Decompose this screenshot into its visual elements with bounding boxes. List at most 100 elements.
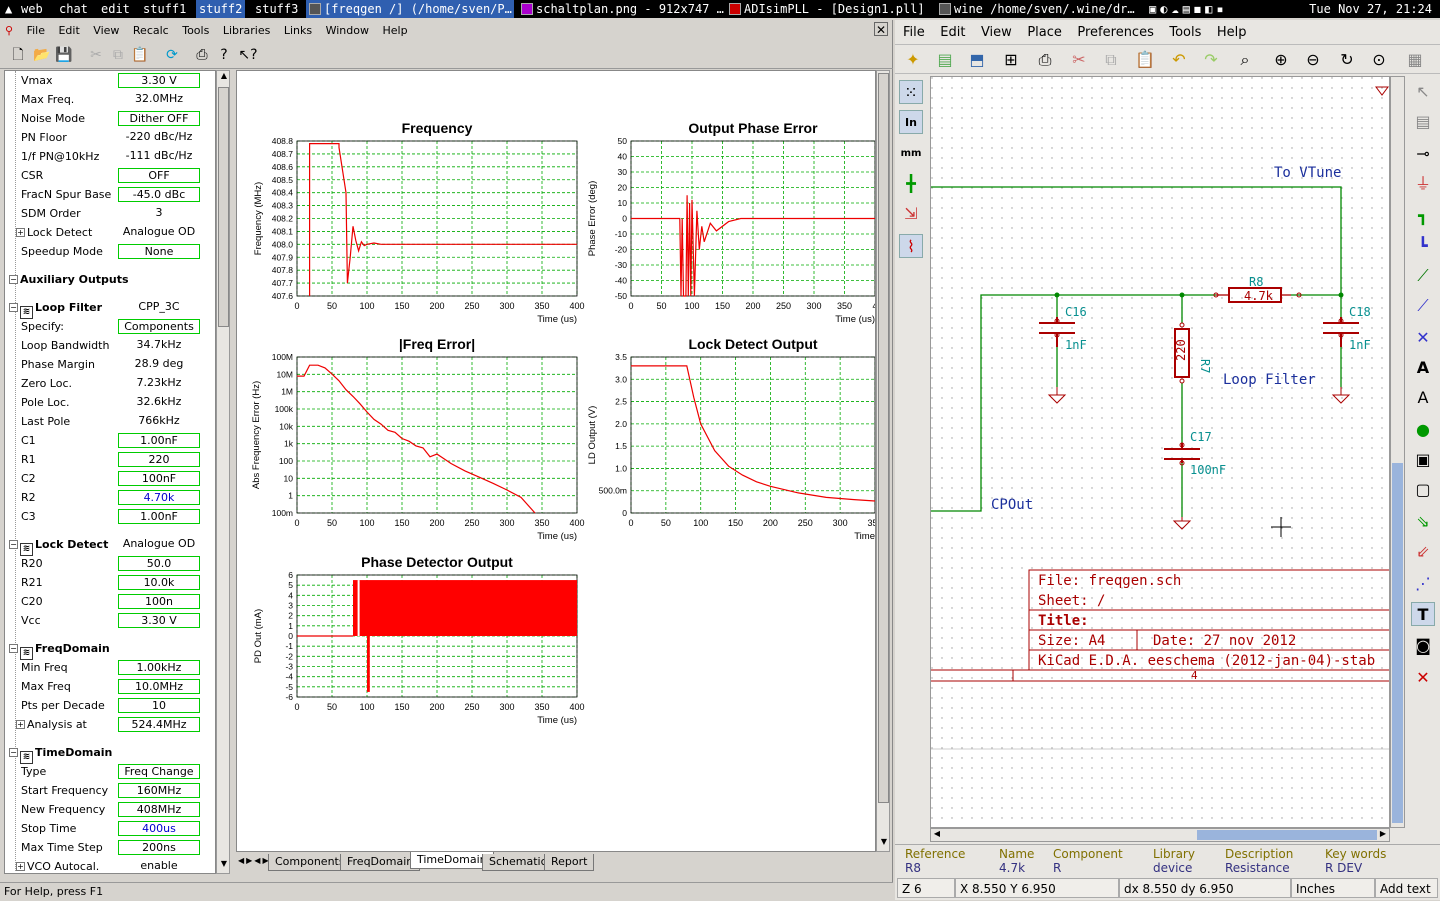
tree-row[interactable]: Vmax 3.30 V xyxy=(5,71,215,90)
place-component-icon[interactable]: ⊸ xyxy=(1411,142,1435,166)
kmenu-file[interactable]: File xyxy=(897,22,931,44)
tree-row[interactable]: − ≋ TimeDomain xyxy=(5,743,215,764)
tree-value-field[interactable]: OFF xyxy=(118,168,200,183)
close-icon[interactable]: ✕ xyxy=(874,22,888,37)
zoom-fit-icon[interactable]: ⊙ xyxy=(1367,48,1391,72)
tree-value-field[interactable]: 1.00nF xyxy=(118,433,200,448)
tree-row[interactable]: + Lock Detect Analogue OD xyxy=(5,223,215,242)
place-text-icon[interactable]: T xyxy=(1411,602,1435,626)
tree-row[interactable]: SDM Order 3 xyxy=(5,204,215,223)
schematic-vscrollbar[interactable] xyxy=(1390,76,1405,828)
tree-row[interactable]: Stop Time 400us xyxy=(5,819,215,838)
menu-edit[interactable]: Edit xyxy=(53,21,84,41)
workspace-chat[interactable]: chat xyxy=(56,0,91,18)
tree-value-field[interactable]: 220 xyxy=(118,452,200,467)
expand-toggle-icon[interactable]: − xyxy=(9,275,18,284)
tree-value-field[interactable]: 1.00nF xyxy=(118,509,200,524)
label-cpout[interactable]: CPOut xyxy=(991,497,1033,513)
zoom-in-icon[interactable]: ⊕ xyxy=(1269,48,1293,72)
help-icon[interactable]: ? xyxy=(214,45,234,65)
scroll-thumb[interactable] xyxy=(218,87,229,327)
workspace-stuff2[interactable]: stuff2 xyxy=(196,0,246,18)
tree-row[interactable]: + VCO Autocal. enable xyxy=(5,857,215,873)
tree-row[interactable]: Phase Margin 28.9 deg xyxy=(5,355,215,374)
hscroll-right-icon[interactable]: ▶ xyxy=(1377,829,1389,841)
window-terminal[interactable]: wine /home/sven/.wine/dr… xyxy=(936,0,1142,18)
tree-row[interactable]: C2 100nF xyxy=(5,469,215,488)
save-project-icon[interactable]: ⬒ xyxy=(965,48,989,72)
graphs-scrollbar[interactable]: ▼ xyxy=(876,70,890,852)
tree-row[interactable]: − ≋ Lock Detect Analogue OD xyxy=(5,535,215,556)
import-pin-icon[interactable]: ⇘ xyxy=(1411,510,1435,534)
tree-row[interactable]: R2 4.70k xyxy=(5,488,215,507)
place-image-icon[interactable]: ◙ xyxy=(1411,634,1435,658)
no-connect-icon[interactable]: ✕ xyxy=(1411,326,1435,350)
tree-row[interactable]: C1 1.00nF xyxy=(5,431,215,450)
kprint-icon[interactable]: ⎙ xyxy=(1033,48,1057,72)
redo-icon[interactable]: ↷ xyxy=(1199,48,1223,72)
tree-row[interactable]: − ≋ FreqDomain xyxy=(5,639,215,660)
tree-row[interactable]: + Analysis at 524.4MHz xyxy=(5,715,215,734)
schematic-hscrollbar[interactable]: ◀ ▶ xyxy=(930,828,1390,842)
kcopy-icon[interactable]: ⧉ xyxy=(1099,48,1123,72)
tree-value-field[interactable]: 50.0 xyxy=(118,556,200,571)
menu-file[interactable]: File xyxy=(22,21,50,41)
window-freqgen[interactable]: [freqgen /] (/home/sven/P… xyxy=(306,0,514,18)
tree-row[interactable]: Type Freq Change xyxy=(5,762,215,781)
tree-row[interactable]: Start Frequency 160MHz xyxy=(5,781,215,800)
mm-units-icon[interactable]: mm xyxy=(899,142,923,166)
tree-row[interactable]: − Auxiliary Outputs xyxy=(5,270,215,289)
place-wire-icon[interactable]: ┓ xyxy=(1411,204,1435,228)
tree-value-field[interactable]: Components xyxy=(118,319,200,334)
tree-row[interactable]: Noise Mode Dither OFF xyxy=(5,109,215,128)
tree-row[interactable]: R1 220 xyxy=(5,450,215,469)
expand-toggle-icon[interactable]: − xyxy=(9,540,18,549)
redraw-icon[interactable]: ↻ xyxy=(1335,48,1359,72)
tree-row[interactable]: − ≋ Loop Filter CPP_3C xyxy=(5,298,215,319)
copy-icon[interactable]: ⧉ xyxy=(108,45,128,65)
net-label-icon[interactable]: A xyxy=(1411,356,1435,380)
context-help-icon[interactable]: ↖? xyxy=(238,45,258,65)
scroll-down-icon[interactable]: ▼ xyxy=(218,859,230,873)
kmenu-view[interactable]: View xyxy=(975,22,1018,44)
zoom-out-icon[interactable]: ⊖ xyxy=(1301,48,1325,72)
tree-row[interactable]: 1/f PN@10kHz -111 dBc/Hz xyxy=(5,147,215,166)
tree-value-field[interactable]: 160MHz xyxy=(118,783,200,798)
expand-toggle-icon[interactable]: − xyxy=(9,748,18,757)
kmenu-place[interactable]: Place xyxy=(1021,22,1068,44)
kmenu-help[interactable]: Help xyxy=(1211,22,1253,44)
tree-row[interactable]: PN Floor -220 dBc/Hz xyxy=(5,128,215,147)
hier-sheet-icon[interactable]: ▢ xyxy=(1411,478,1435,502)
kpaste-icon[interactable]: 📋 xyxy=(1133,48,1157,72)
tree-row[interactable]: C20 100n xyxy=(5,592,215,611)
tree-value-field[interactable]: 3.30 V xyxy=(118,613,200,628)
open-schematic-icon[interactable]: ▤ xyxy=(933,48,957,72)
hierarchy-icon[interactable]: ▦ xyxy=(1403,48,1427,72)
hierarchy-nav-icon[interactable]: ▤ xyxy=(1411,110,1435,134)
tree-value-field[interactable]: 10 xyxy=(118,698,200,713)
expand-toggle-icon[interactable]: + xyxy=(16,862,25,871)
tab-schematic[interactable]: Schematic xyxy=(482,854,554,871)
bus-entry-icon[interactable]: ⟋ xyxy=(1411,294,1435,318)
tree-value-field[interactable]: 3.30 V xyxy=(118,73,200,88)
new-schematic-icon[interactable]: ✦ xyxy=(901,48,925,72)
tree-row[interactable]: Specify: Components xyxy=(5,317,215,336)
tree-row[interactable]: New Frequency 408MHz xyxy=(5,800,215,819)
tree-row[interactable]: Min Freq 1.00kHz xyxy=(5,658,215,677)
tree-row[interactable]: CSR OFF xyxy=(5,166,215,185)
tree-row[interactable]: Max Freq. 32.0MHz xyxy=(5,90,215,109)
workspace-edit[interactable]: edit xyxy=(98,0,133,18)
vscroll-thumb[interactable] xyxy=(1392,463,1403,823)
menu-window[interactable]: Window xyxy=(321,21,374,41)
global-label-icon[interactable]: A xyxy=(1411,386,1435,410)
menu-libraries[interactable]: Libraries xyxy=(218,21,276,41)
tree-row[interactable]: Max Time Step 200ns xyxy=(5,838,215,857)
adi-app-icon[interactable]: ⚲ xyxy=(0,21,18,41)
kmenu-preferences[interactable]: Preferences xyxy=(1071,22,1159,44)
tree-row[interactable]: Vcc 3.30 V xyxy=(5,611,215,630)
label-loop-filter[interactable]: Loop Filter xyxy=(1223,372,1316,388)
tree-row[interactable]: Loop Bandwidth 34.7kHz xyxy=(5,336,215,355)
kmenu-tools[interactable]: Tools xyxy=(1163,22,1207,44)
window-adisimpll[interactable]: ADIsimPLL - [Design1.pll] xyxy=(726,0,932,18)
menu-recalc[interactable]: Recalc xyxy=(128,21,174,41)
